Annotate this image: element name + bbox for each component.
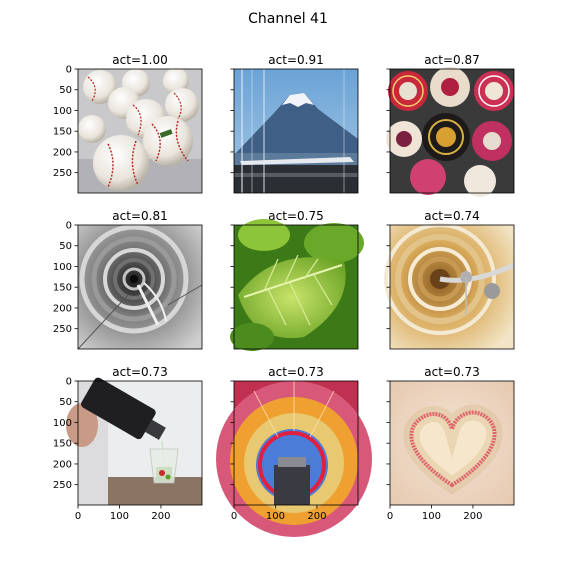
x-tick-label: 0: [231, 511, 237, 522]
y-tick-label: 0: [66, 377, 72, 388]
figure: Channel 41 act=1.00 0 50 100 150 200 250 act=…: [53, 11, 516, 537]
x-tick-label: 100: [266, 511, 285, 522]
y-tick-label: 250: [53, 324, 72, 335]
y-tick-label: 0: [66, 65, 72, 76]
panel-4: act=0.81 0 50 100 150 200 250: [53, 209, 203, 350]
y-axis-ticks: [386, 380, 390, 486]
panel-title: act=1.00: [112, 53, 167, 67]
panel-5: act=0.75: [230, 209, 364, 351]
panel-image-green-leaf: [230, 219, 364, 351]
panel-title: act=0.73: [268, 365, 323, 379]
panel-6: act=0.74: [384, 209, 516, 350]
y-tick-label: 200: [53, 459, 72, 470]
y-tick-label: 50: [59, 241, 72, 252]
panel-title: act=0.81: [112, 209, 167, 223]
y-axis-ticks: 0 50 100 150 200 250: [53, 221, 78, 335]
panel-3: act=0.87: [386, 53, 515, 197]
panel-image-spiral-staircase-bw: [77, 224, 203, 350]
panel-9: act=0.73 0 100 200: [386, 365, 515, 522]
x-tick-label: 0: [75, 511, 81, 522]
y-tick-label: 50: [59, 85, 72, 96]
panel-title: act=0.87: [424, 53, 479, 67]
y-tick-label: 200: [53, 147, 72, 158]
panel-image-pouring-drink: [66, 377, 202, 505]
panel-image-matchstick-heart: [390, 381, 514, 505]
panel-image-mount-fuji-bullet-train: [234, 69, 358, 193]
panel-image-sombreros: [386, 67, 514, 197]
y-tick-label: 100: [53, 418, 72, 429]
panel-image-hot-air-balloon: [216, 381, 372, 537]
panel-image-spiral-staircase-color: [384, 223, 516, 349]
x-tick-label: 200: [151, 511, 170, 522]
y-tick-label: 150: [53, 127, 72, 138]
panel-1: act=1.00 0 50 100 150 200 250: [53, 53, 203, 194]
figure-title: Channel 41: [248, 11, 328, 27]
y-tick-label: 200: [53, 303, 72, 314]
panel-title: act=0.75: [268, 209, 323, 223]
x-axis-ticks: 0 100 200: [75, 505, 170, 522]
panel-title: act=0.73: [424, 365, 479, 379]
x-tick-label: 200: [463, 511, 482, 522]
x-tick-label: 200: [307, 511, 326, 522]
y-tick-label: 100: [53, 106, 72, 117]
y-tick-label: 50: [59, 397, 72, 408]
y-tick-label: 250: [53, 168, 72, 179]
x-tick-label: 100: [422, 511, 441, 522]
x-tick-label: 0: [387, 511, 393, 522]
panel-2: act=0.91: [230, 53, 359, 194]
y-axis-ticks: [230, 68, 234, 174]
y-tick-label: 100: [53, 262, 72, 273]
panel-title: act=0.73: [112, 365, 167, 379]
panel-7: act=0.73 0 50 100 150 200 250 0 100 200: [53, 365, 203, 522]
y-tick-label: 150: [53, 283, 72, 294]
y-tick-label: 150: [53, 439, 72, 450]
y-axis-ticks: 0 50 100 150 200 250: [53, 65, 78, 179]
panel-8: act=0.73 0 100 200: [216, 365, 372, 537]
panel-image-baseballs: [78, 68, 202, 193]
y-tick-label: 0: [66, 221, 72, 232]
y-tick-label: 250: [53, 480, 72, 491]
y-axis-ticks: [230, 224, 234, 330]
x-tick-label: 100: [110, 511, 129, 522]
panel-title: act=0.74: [424, 209, 479, 223]
x-axis-ticks: 0 100 200: [387, 505, 482, 522]
panel-title: act=0.91: [268, 53, 323, 67]
